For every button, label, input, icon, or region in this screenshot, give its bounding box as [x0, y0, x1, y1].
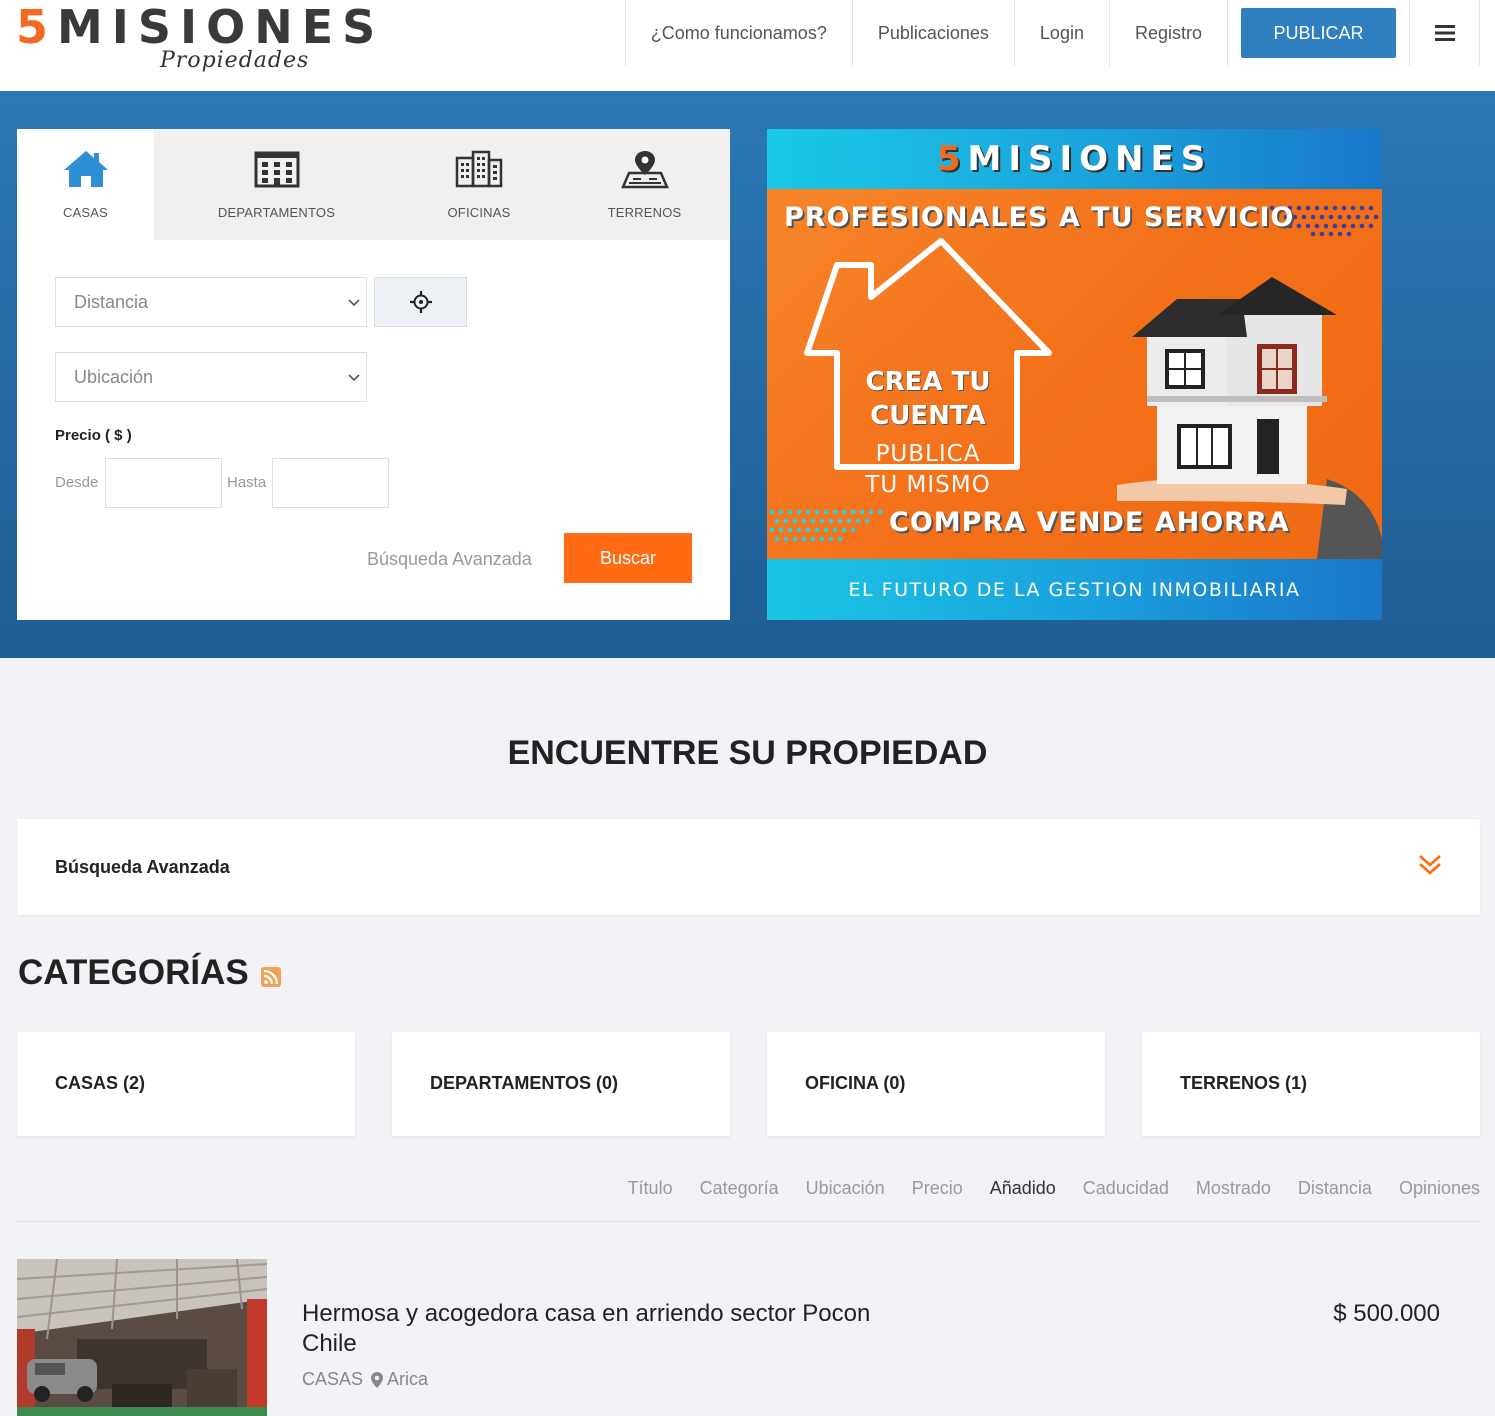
banner-footer-text: EL FUTURO DE LA GESTION INMOBILIARIA — [848, 578, 1301, 601]
tab-casas[interactable]: CASAS — [17, 129, 154, 240]
sort-distancia[interactable]: Distancia — [1298, 1178, 1372, 1199]
advanced-search-label: Búsqueda Avanzada — [55, 857, 230, 877]
listing-thumbnail[interactable] — [17, 1259, 267, 1416]
price-from-input[interactable] — [105, 458, 222, 508]
tab-label: TERRENOS — [607, 205, 682, 220]
category-card-departamentos[interactable]: DEPARTAMENTOS (0) — [392, 1032, 730, 1136]
map-pin-land-icon — [620, 147, 669, 191]
location-select[interactable]: Ubicación — [55, 352, 367, 402]
chevron-down-icon — [348, 374, 360, 382]
chevron-down-icon — [348, 299, 360, 307]
hero-section: CASAS DEPARTAMENTOS OFICINAS TERRENOS Di… — [0, 91, 1495, 658]
listing-title[interactable]: Hermosa y acogedora casa en arriendo sec… — [302, 1299, 922, 1359]
nav-publicaciones[interactable]: Publicaciones — [851, 0, 1014, 66]
price-to-label: Hasta — [227, 474, 267, 491]
distance-select[interactable]: Distancia — [55, 277, 367, 327]
site-logo[interactable]: 5MISIONES Propiedades — [16, 4, 456, 78]
nav-registro[interactable]: Registro — [1108, 0, 1227, 66]
publicar-button[interactable]: PUBLICAR — [1241, 8, 1396, 58]
advanced-search-toggle[interactable]: Búsqueda Avanzada — [17, 819, 1480, 915]
double-chevron-down-icon — [1419, 855, 1441, 875]
banner-publica-text: PUBLICA TU MISMO — [865, 441, 991, 498]
nav-login[interactable]: Login — [1013, 0, 1109, 66]
sort-caducidad[interactable]: Caducidad — [1083, 1178, 1169, 1199]
office-buildings-icon — [455, 147, 503, 191]
dot-pattern-icon — [769, 509, 883, 542]
advanced-search-link[interactable]: Búsqueda Avanzada — [367, 549, 532, 570]
price-from-label: Desde — [55, 474, 99, 491]
category-card-casas[interactable]: CASAS (2) — [17, 1032, 355, 1136]
main-nav: ¿Como funcionamos? Publicaciones Login R… — [624, 0, 1480, 66]
geolocate-button[interactable] — [374, 277, 467, 327]
sort-anadido[interactable]: Añadido — [990, 1178, 1056, 1199]
banner-logo: 5MISIONES — [936, 139, 1213, 179]
sort-categoria[interactable]: Categoría — [700, 1178, 779, 1199]
sort-titulo[interactable]: Título — [628, 1178, 673, 1199]
listing-location[interactable]: Arica — [387, 1369, 428, 1390]
banner-header: 5MISIONES — [767, 129, 1382, 189]
tab-label: CASAS — [62, 205, 109, 220]
location-select-value: Ubicación — [74, 366, 154, 387]
sort-ubicacion[interactable]: Ubicación — [806, 1178, 885, 1199]
tab-terrenos[interactable]: TERRENOS — [559, 129, 730, 240]
tab-oficinas[interactable]: OFICINAS — [399, 129, 559, 240]
sort-divider — [17, 1221, 1480, 1222]
search-button[interactable]: Buscar — [564, 533, 692, 583]
property-type-tabs: CASAS DEPARTAMENTOS OFICINAS TERRENOS — [17, 129, 730, 240]
hamburger-icon — [1434, 25, 1455, 41]
site-header: 5MISIONES Propiedades ¿Como funcionamos?… — [0, 0, 1495, 91]
listing-price: $ 500.000 — [1333, 1300, 1440, 1327]
logo-wordmark: 5MISIONES — [16, 0, 385, 54]
banner-body: PROFESIONALES A TU SERVICIO CREA TU CUEN… — [767, 189, 1382, 559]
rss-feed-icon[interactable] — [260, 967, 281, 987]
listing-meta: CASAS Arica — [302, 1369, 428, 1390]
tab-departamentos[interactable]: DEPARTAMENTOS — [154, 129, 399, 240]
sort-opiniones[interactable]: Opiniones — [1399, 1178, 1480, 1199]
price-label: Precio ( $ ) — [55, 427, 132, 444]
promo-banner[interactable]: 5MISIONES PROFESIONALES A TU SERVICIO CR… — [767, 129, 1382, 620]
banner-footer: EL FUTURO DE LA GESTION INMOBILIARIA — [767, 559, 1382, 620]
sort-precio[interactable]: Precio — [912, 1178, 963, 1199]
tab-label: DEPARTAMENTOS — [217, 205, 336, 220]
categories-title: CATEGORÍAS — [18, 953, 281, 993]
nav-como-funcionamos[interactable]: ¿Como funcionamos? — [624, 0, 852, 66]
listing-photo — [17, 1259, 267, 1416]
logo-subtitle: Propiedades — [160, 48, 310, 73]
house-icon — [62, 147, 110, 191]
sort-options: Título Categoría Ubicación Precio Añadid… — [601, 1178, 1480, 1199]
banner-crea-text: CREA TU CUENTA — [865, 367, 991, 431]
hamburger-menu-button[interactable] — [1409, 0, 1480, 66]
category-card-oficina[interactable]: OFICINA (0) — [767, 1032, 1105, 1136]
crosshair-icon — [409, 291, 432, 313]
category-card-terrenos[interactable]: TERRENOS (1) — [1142, 1032, 1480, 1136]
price-to-input[interactable] — [272, 458, 389, 508]
nav-publicar-wrap: PUBLICAR — [1227, 0, 1409, 66]
banner-compra-text: COMPRA VENDE AHORRA — [889, 507, 1290, 538]
apartment-building-icon — [253, 147, 301, 191]
tab-label: OFICINAS — [447, 205, 511, 220]
banner-title: PROFESIONALES A TU SERVICIO — [784, 202, 1295, 233]
map-marker-icon — [371, 1371, 384, 1388]
sort-mostrado[interactable]: Mostrado — [1196, 1178, 1271, 1199]
listing-category[interactable]: CASAS — [302, 1369, 363, 1390]
search-card: CASAS DEPARTAMENTOS OFICINAS TERRENOS Di… — [17, 129, 730, 620]
distance-select-value: Distancia — [74, 291, 149, 312]
page-title: ENCUENTRE SU PROPIEDAD — [507, 734, 988, 772]
